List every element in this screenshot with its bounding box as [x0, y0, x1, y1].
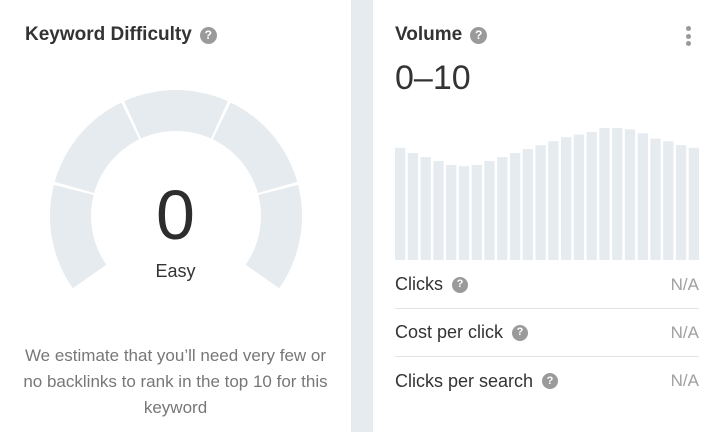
metric-row-clicks: Clicks ? N/A [395, 261, 699, 309]
trend-bar [612, 128, 623, 260]
trend-bar [561, 137, 572, 260]
trend-bar [433, 161, 444, 260]
help-icon[interactable]: ? [452, 276, 468, 293]
trend-bar [484, 161, 495, 260]
trend-bar [688, 147, 699, 260]
help-icon[interactable]: ? [542, 373, 559, 389]
metric-value: N/A [670, 371, 699, 390]
kd-description: We estimate that you’ll need very few or… [23, 346, 328, 417]
volume-card: Volume ? 0–10 Clicks ? N/A Cost per clic… [373, 0, 724, 432]
kd-title-text: Keyword Difficulty [25, 24, 192, 45]
more-options-icon[interactable] [684, 26, 692, 46]
metric-value: N/A [670, 274, 699, 294]
trend-bar [471, 164, 482, 260]
trend-bar [446, 164, 457, 260]
trend-bar [535, 145, 546, 260]
metric-value: N/A [670, 322, 699, 342]
help-icon[interactable]: ? [199, 26, 217, 44]
trend-bar [497, 157, 508, 260]
metric-name: Clicks [395, 274, 443, 294]
kd-label: Easy [155, 261, 196, 281]
metric-name: Clicks per search [395, 370, 534, 391]
kd-score: 0 [156, 176, 195, 254]
kd-title: Keyword Difficulty ? [25, 24, 217, 46]
trend-bar [573, 134, 585, 260]
volume-title: Volume ? [395, 24, 488, 46]
trend-bar [599, 128, 610, 260]
metric-row-cost-per-click: Cost per click ? N/A [395, 309, 699, 357]
help-icon[interactable]: ? [470, 26, 488, 44]
trend-bar [522, 149, 533, 260]
trend-bar [663, 141, 674, 260]
trend-bar [650, 138, 661, 260]
volume-value: 0–10 [395, 59, 471, 97]
trend-bar [420, 157, 431, 260]
trend-bar [586, 131, 597, 260]
trend-bar [637, 133, 648, 260]
trend-bar [407, 153, 419, 260]
volume-trend-chart [395, 128, 699, 260]
trend-bar [624, 129, 636, 260]
metric-name: Cost per click [395, 322, 504, 342]
help-icon[interactable]: ? [512, 324, 529, 341]
trend-bar [395, 147, 406, 260]
trend-bar [675, 145, 687, 260]
trend-bar [458, 166, 470, 260]
trend-bar [509, 153, 521, 260]
metric-row-clicks-per-search: Clicks per search ? N/A [395, 357, 699, 405]
trend-bar [548, 141, 559, 260]
volume-title-text: Volume [395, 24, 463, 45]
gauge-segment [124, 90, 228, 139]
keyword-difficulty-card: Keyword Difficulty ? 0 Easy We estimate … [0, 0, 351, 432]
